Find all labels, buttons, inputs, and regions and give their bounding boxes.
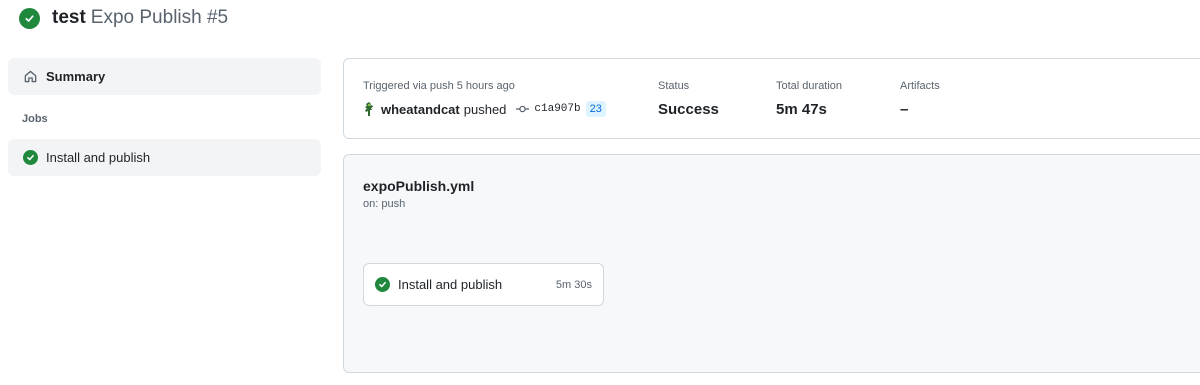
workflow-trigger: on: push	[363, 198, 406, 210]
sidebar-item-job[interactable]: Install and publish	[8, 139, 321, 176]
success-check-icon	[19, 7, 40, 29]
sidebar-item-summary[interactable]: Summary	[8, 58, 321, 95]
push-action-text: pushed	[463, 101, 507, 117]
run-title: Expo Publish #5	[90, 7, 229, 28]
status-label: Status	[658, 80, 690, 92]
success-check-icon	[23, 150, 38, 165]
trigger-details: wheatandcat pushed c1a907b 23	[363, 101, 606, 117]
git-commit-icon	[516, 104, 530, 114]
jobs-heading: Jobs	[22, 113, 48, 125]
pull-request-badge[interactable]: 23	[585, 101, 606, 117]
run-header: test Expo Publish #5	[19, 6, 228, 30]
home-icon	[22, 69, 38, 85]
workflow-name[interactable]: test	[52, 7, 86, 28]
job-duration: 5m 30s	[555, 278, 592, 291]
job-name: Install and publish	[398, 277, 503, 292]
sidebar-item-label: Summary	[46, 69, 106, 84]
artifacts-label: Artifacts	[900, 80, 940, 92]
page-title: test Expo Publish #5	[52, 6, 228, 30]
status-value: Success	[658, 101, 719, 118]
sidebar-item-label: Install and publish	[46, 150, 151, 165]
user-avatar[interactable]	[363, 101, 376, 117]
duration-value: 5m 47s	[776, 101, 827, 118]
duration-label: Total duration	[776, 80, 843, 92]
workflow-file-name: expoPublish.yml	[363, 178, 475, 194]
run-summary-card: Triggered via push 5 hours ago wheatandc…	[343, 58, 1200, 139]
artifacts-value: –	[900, 101, 909, 118]
success-check-icon	[375, 277, 390, 292]
actor-link[interactable]: wheatandcat	[381, 102, 460, 117]
trigger-label: Triggered via push 5 hours ago	[363, 80, 515, 92]
commit-sha-link[interactable]: c1a907b	[534, 103, 580, 115]
workflow-graph: expoPublish.yml on: push Install and pub…	[343, 154, 1200, 373]
workflow-job-node[interactable]: Install and publish 5m 30s	[363, 263, 604, 306]
